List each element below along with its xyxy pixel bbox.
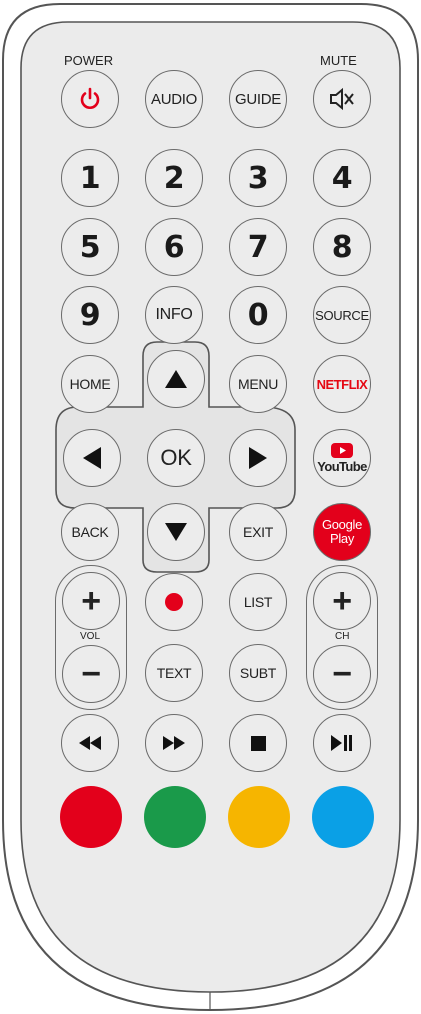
up-arrow-icon bbox=[165, 370, 187, 388]
fast-forward-button[interactable] bbox=[145, 714, 203, 772]
stop-button[interactable] bbox=[229, 714, 287, 772]
digit-5-button[interactable]: 5 bbox=[61, 218, 119, 276]
digit-2-button[interactable]: 2 bbox=[145, 149, 203, 207]
record-button[interactable] bbox=[145, 573, 203, 631]
power-label: POWER bbox=[64, 53, 114, 68]
volume-down-button[interactable]: − bbox=[62, 645, 120, 703]
record-icon bbox=[165, 593, 183, 611]
google-play-label-2: Play bbox=[329, 531, 355, 546]
digit-4-button[interactable]: 4 bbox=[313, 149, 371, 207]
red-button[interactable] bbox=[60, 786, 122, 848]
youtube-icon bbox=[331, 442, 353, 458]
mute-icon bbox=[330, 87, 354, 111]
yellow-button[interactable] bbox=[228, 786, 290, 848]
volume-up-button[interactable]: + bbox=[62, 572, 120, 630]
channel-label: CH bbox=[335, 631, 350, 642]
google-play-button[interactable]: Google Play bbox=[313, 503, 371, 561]
volume-label: VOL bbox=[80, 631, 101, 642]
green-button[interactable] bbox=[144, 786, 206, 848]
fast-forward-icon bbox=[163, 736, 185, 750]
audio-button[interactable]: AUDIO bbox=[145, 70, 203, 128]
home-button[interactable]: HOME bbox=[61, 355, 119, 413]
youtube-button[interactable]: YouTube bbox=[313, 429, 371, 487]
power-icon bbox=[80, 87, 100, 109]
down-arrow-icon bbox=[165, 523, 187, 541]
netflix-button[interactable]: NETFLIX bbox=[313, 355, 371, 413]
blue-button[interactable] bbox=[312, 786, 374, 848]
menu-button[interactable]: MENU bbox=[229, 355, 287, 413]
mute-button[interactable] bbox=[313, 70, 371, 128]
right-button[interactable] bbox=[229, 429, 287, 487]
digit-9-button[interactable]: 9 bbox=[61, 286, 119, 344]
guide-button[interactable]: GUIDE bbox=[229, 70, 287, 128]
text-button[interactable]: TEXT bbox=[145, 644, 203, 702]
digit-7-button[interactable]: 7 bbox=[229, 218, 287, 276]
channel-down-button[interactable]: − bbox=[313, 645, 371, 703]
list-button[interactable]: LIST bbox=[229, 573, 287, 631]
left-arrow-icon bbox=[83, 447, 101, 469]
down-button[interactable] bbox=[147, 503, 205, 561]
google-play-label-1: Google bbox=[321, 517, 363, 532]
digit-6-button[interactable]: 6 bbox=[145, 218, 203, 276]
digit-0-button[interactable]: 0 bbox=[229, 286, 287, 344]
channel-up-button[interactable]: + bbox=[313, 572, 371, 630]
info-button[interactable]: INFO bbox=[145, 286, 203, 344]
digit-1-button[interactable]: 1 bbox=[61, 149, 119, 207]
source-button[interactable]: SOURCE bbox=[313, 286, 371, 344]
power-button[interactable] bbox=[61, 70, 119, 128]
digit-8-button[interactable]: 8 bbox=[313, 218, 371, 276]
back-button[interactable]: BACK bbox=[61, 503, 119, 561]
up-button[interactable] bbox=[147, 350, 205, 408]
ok-button[interactable]: OK bbox=[147, 429, 205, 487]
mute-label: MUTE bbox=[320, 53, 357, 68]
play-pause-button[interactable] bbox=[313, 714, 371, 772]
play-pause-icon bbox=[331, 735, 352, 751]
youtube-label: YouTube bbox=[317, 458, 367, 474]
digit-3-button[interactable]: 3 bbox=[229, 149, 287, 207]
left-button[interactable] bbox=[63, 429, 121, 487]
subt-button[interactable]: SUBT bbox=[229, 644, 287, 702]
stop-icon bbox=[250, 735, 266, 751]
rewind-icon bbox=[79, 736, 101, 750]
rewind-button[interactable] bbox=[61, 714, 119, 772]
right-arrow-icon bbox=[249, 447, 267, 469]
exit-button[interactable]: EXIT bbox=[229, 503, 287, 561]
